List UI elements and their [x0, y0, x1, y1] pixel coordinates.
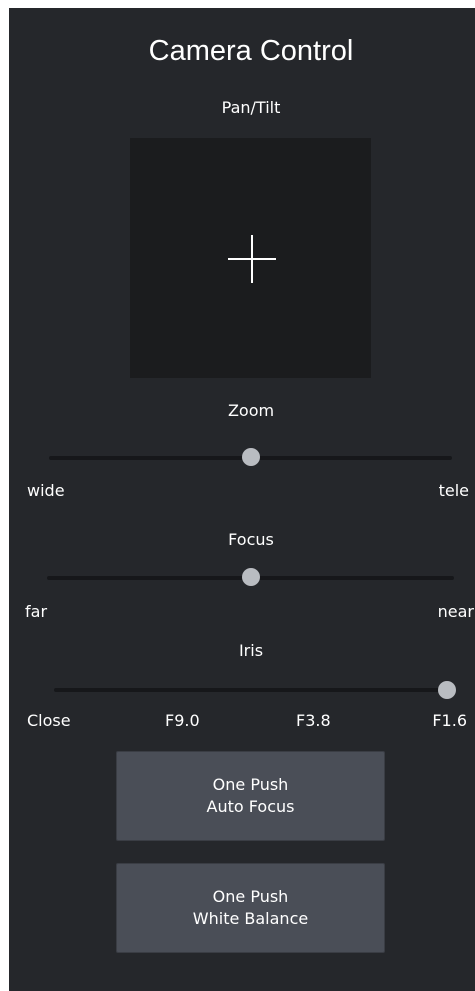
- iris-slider-thumb[interactable]: [438, 681, 456, 699]
- iris-tick-f1-6: F1.6: [432, 711, 467, 730]
- one-push-white-balance-button[interactable]: One Push White Balance: [116, 863, 385, 953]
- focus-slider-thumb[interactable]: [241, 568, 260, 586]
- iris-label: Iris: [238, 641, 264, 660]
- focus-min-label: far: [25, 602, 48, 621]
- white-balance-button-line1: One Push: [212, 887, 289, 906]
- white-balance-button-line2: White Balance: [192, 909, 309, 928]
- zoom-slider-thumb[interactable]: [242, 448, 260, 466]
- iris-slider-track[interactable]: [54, 688, 447, 692]
- focus-label: Focus: [228, 530, 274, 549]
- iris-tick-f9: F9.0: [165, 711, 200, 730]
- focus-max-label: near: [437, 602, 474, 621]
- zoom-min-label: wide: [27, 481, 65, 500]
- auto-focus-button-line1: One Push: [212, 775, 289, 794]
- panel-title: Camera Control: [148, 35, 354, 67]
- camera-control-panel: Camera Control Pan/Tilt Zoom wide tele F…: [9, 8, 475, 991]
- one-push-auto-focus-button[interactable]: One Push Auto Focus: [116, 751, 385, 841]
- auto-focus-button-line2: Auto Focus: [206, 797, 295, 816]
- iris-tick-close: Close: [27, 711, 71, 730]
- pan-tilt-label: Pan/Tilt: [221, 98, 281, 117]
- iris-tick-f3-8: F3.8: [296, 711, 331, 730]
- pan-tilt-pad[interactable]: [130, 138, 371, 378]
- crosshair-icon: [228, 235, 276, 283]
- zoom-label: Zoom: [227, 401, 275, 420]
- zoom-max-label: tele: [438, 481, 469, 500]
